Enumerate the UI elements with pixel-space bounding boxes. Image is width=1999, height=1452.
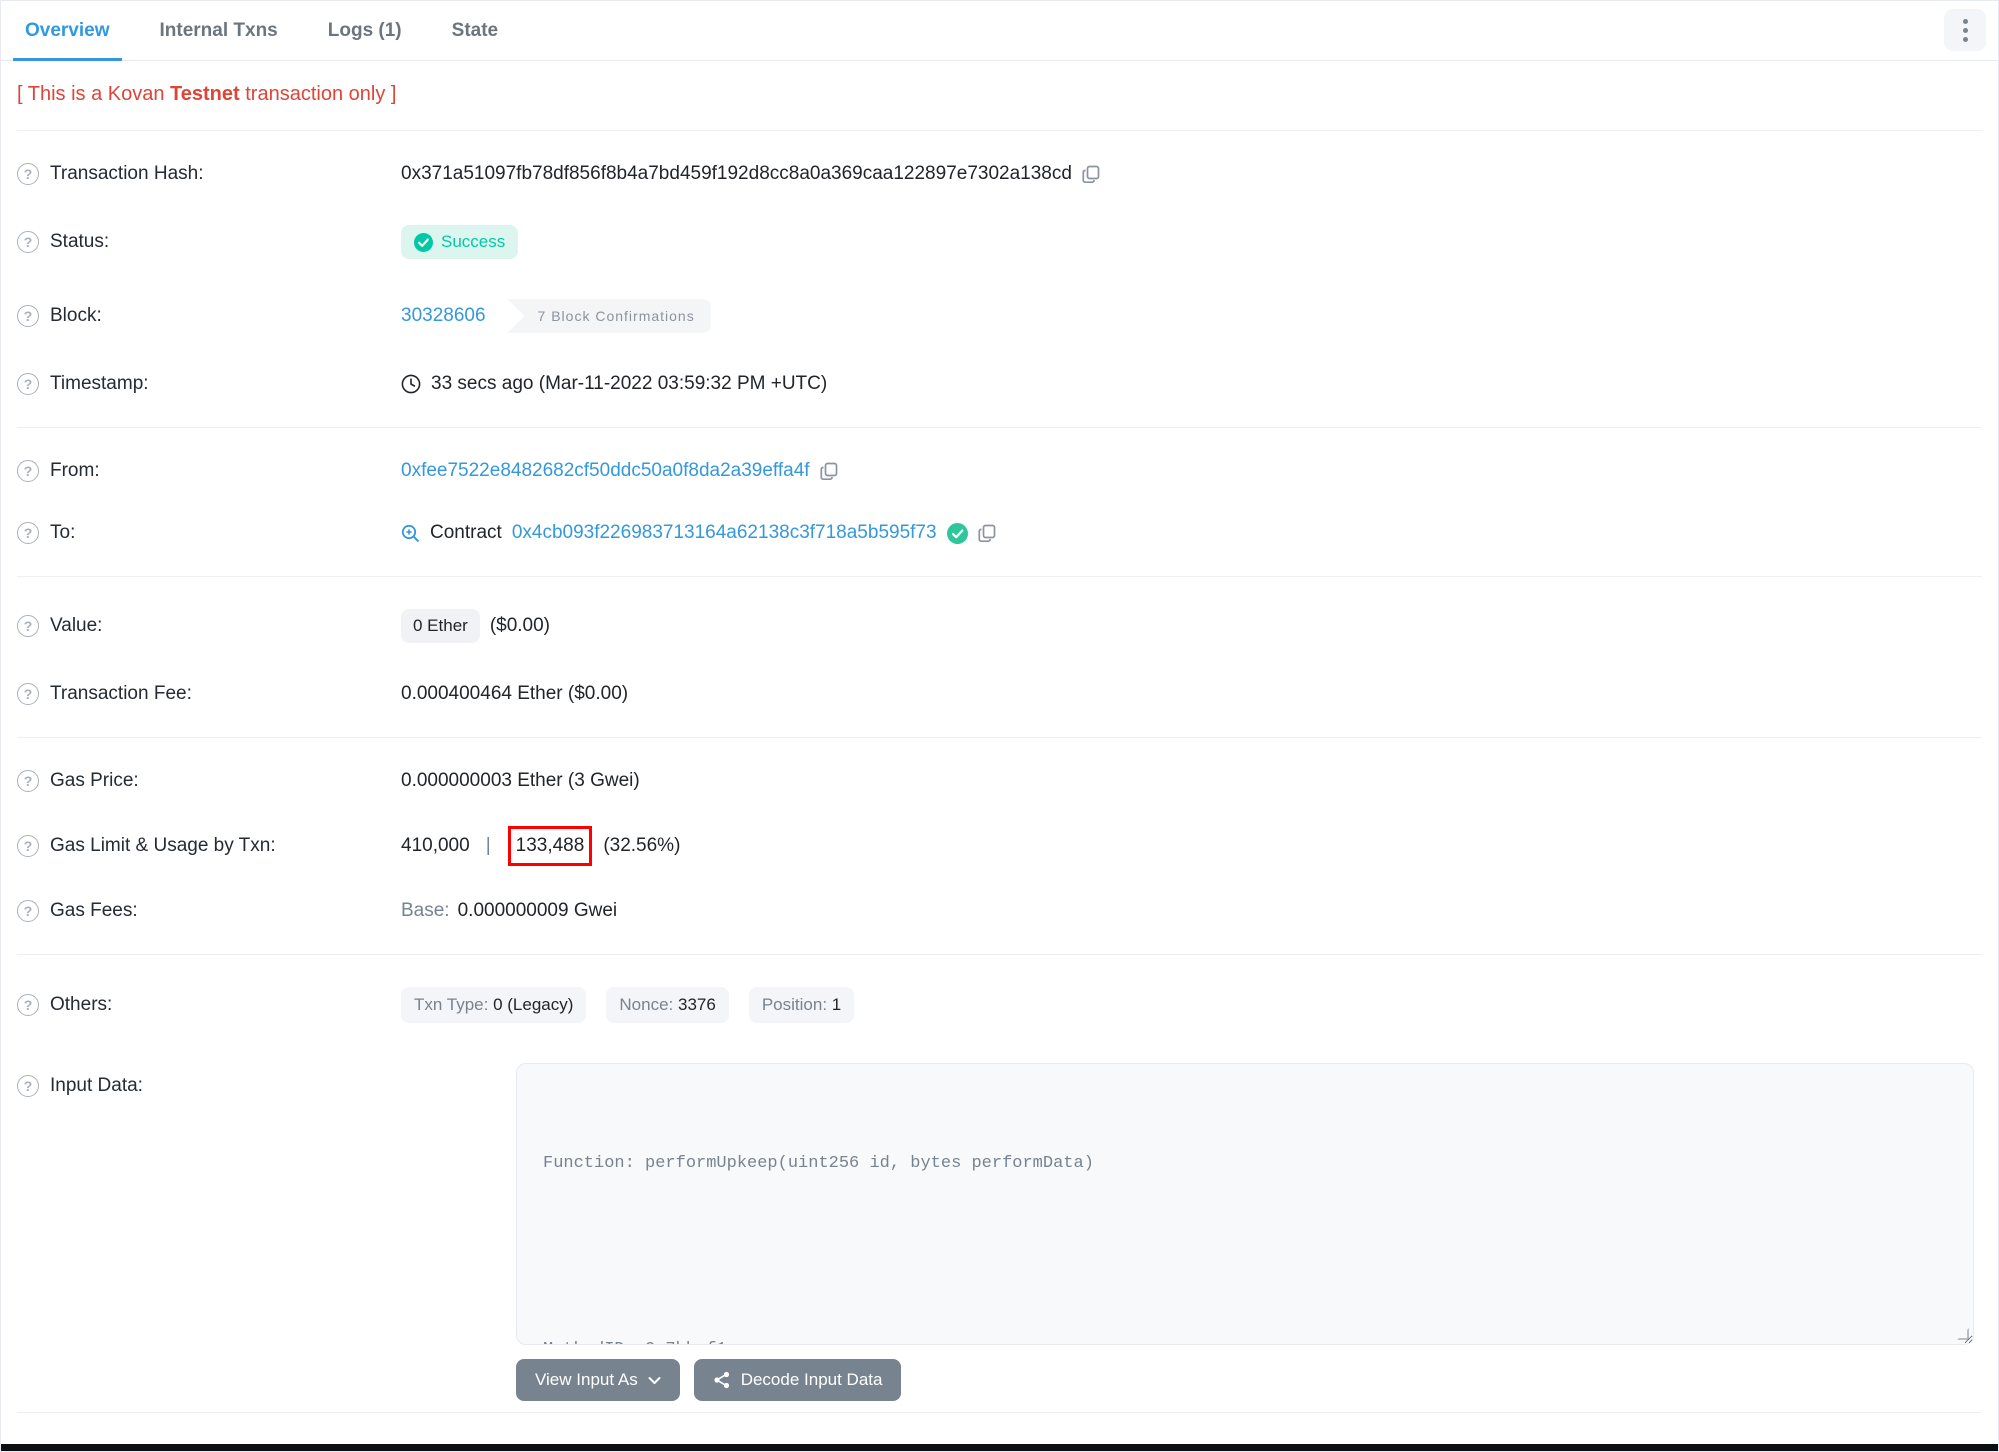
clock-icon (401, 374, 421, 394)
row-value: ? Value: 0 Ether ($0.00) (1, 589, 1998, 663)
row-block: ? Block: 30328606 7 Block Confirmations (1, 279, 1998, 353)
kebab-menu-button[interactable] (1944, 9, 1986, 51)
input-function-line: Function: performUpkeep(uint256 id, byte… (543, 1154, 1094, 1173)
to-contract-word: Contract (430, 522, 502, 543)
copy-icon[interactable] (978, 524, 997, 543)
row-to: ? To: Contract 0x4cb093f226983713164a621… (1, 502, 1998, 564)
status-label: Status: (50, 231, 110, 252)
section-divider (17, 1412, 1982, 1413)
group-parties: ? From: 0xfee7522e8482682cf50ddc50a0f8da… (1, 428, 1998, 576)
gas-price-value: 0.000000003 Ether (3 Gwei) (401, 770, 640, 791)
help-icon[interactable]: ? (17, 1075, 39, 1097)
tab-state[interactable]: State (440, 3, 510, 61)
copy-icon[interactable] (1082, 165, 1101, 184)
help-icon[interactable]: ? (17, 231, 39, 253)
transaction-hash-label: Transaction Hash: (50, 163, 204, 184)
help-icon[interactable]: ? (17, 835, 39, 857)
row-transaction-fee: ? Transaction Fee: 0.000400464 Ether ($0… (1, 663, 1998, 725)
decode-nodes-icon (714, 1371, 729, 1389)
value-usd: ($0.00) (489, 615, 551, 636)
help-icon[interactable]: ? (17, 900, 39, 922)
row-gas-limit-usage: ? Gas Limit & Usage by Txn: 410,000 | 13… (1, 812, 1998, 880)
help-icon[interactable]: ? (17, 163, 39, 185)
tab-bar: Overview Internal Txns Logs (1) State (1, 1, 1998, 61)
help-icon[interactable]: ? (17, 615, 39, 637)
gas-fees-base-label: Base: (401, 900, 450, 921)
help-icon[interactable]: ? (17, 994, 39, 1016)
help-icon[interactable]: ? (17, 522, 39, 544)
help-icon[interactable]: ? (17, 770, 39, 792)
transaction-hash-value: 0x371a51097fb78df856f8b4a7bd459f192d8cc8… (401, 163, 1072, 184)
from-address-link[interactable]: 0xfee7522e8482682cf50ddc50a0f8da2a39effa… (401, 460, 810, 482)
row-gas-fees: ? Gas Fees: Base: 0.000000009 Gwei (1, 880, 1998, 942)
transaction-overview-page: Overview Internal Txns Logs (1) State [ … (0, 0, 1999, 1452)
kebab-dot-icon (1962, 18, 1968, 24)
tab-internal-txns[interactable]: Internal Txns (148, 3, 290, 61)
others-label: Others: (50, 994, 113, 1015)
footer-bar (1, 1444, 1998, 1451)
gas-limit-value: 410,000 (401, 835, 470, 856)
group-gas: ? Gas Price: 0.000000003 Ether (3 Gwei) … (1, 738, 1998, 954)
gas-separator: | (485, 835, 491, 856)
help-icon[interactable]: ? (17, 305, 39, 327)
block-confirmations-badge: 7 Block Confirmations (507, 299, 711, 333)
position-badge: Position: 1 (748, 987, 855, 1023)
from-label: From: (50, 460, 100, 481)
group-value: ? Value: 0 Ether ($0.00) ? Transaction F… (1, 577, 1998, 737)
group-summary: ? Transaction Hash: 0x371a51097fb78df856… (1, 131, 1998, 427)
input-data-textarea[interactable]: Function: performUpkeep(uint256 id, byte… (516, 1063, 1974, 1345)
tab-overview[interactable]: Overview (13, 3, 122, 61)
group-others-input: ? Others: Txn Type: 0 (Legacy) Nonce: 33… (1, 955, 1998, 1433)
gas-price-label: Gas Price: (50, 770, 139, 791)
gas-fees-base-value: 0.000000009 Gwei (457, 900, 618, 921)
row-transaction-hash: ? Transaction Hash: 0x371a51097fb78df856… (1, 143, 1998, 205)
annotation-rectangle: 133,488 (507, 826, 593, 866)
row-status: ? Status: Success (1, 205, 1998, 279)
gas-used-value: 133,488 (515, 835, 585, 856)
gas-limit-label: Gas Limit & Usage by Txn: (50, 835, 276, 856)
resize-handle-icon[interactable] (1957, 1328, 1969, 1340)
help-icon[interactable]: ? (17, 460, 39, 482)
help-icon[interactable]: ? (17, 373, 39, 395)
input-data-label: Input Data: (50, 1075, 143, 1096)
verified-check-icon (946, 522, 968, 544)
kebab-dot-icon (1962, 27, 1968, 33)
zoom-search-icon[interactable] (401, 524, 420, 543)
row-timestamp: ? Timestamp: 33 secs ago (Mar-11-2022 03… (1, 353, 1998, 415)
to-label: To: (50, 522, 76, 543)
txn-type-badge: Txn Type: 0 (Legacy) (401, 987, 587, 1023)
decode-input-data-button[interactable]: Decode Input Data (693, 1359, 902, 1401)
nonce-badge: Nonce: 3376 (606, 987, 729, 1023)
row-others: ? Others: Txn Type: 0 (Legacy) Nonce: 33… (1, 967, 1998, 1043)
help-icon[interactable]: ? (17, 683, 39, 705)
chevron-down-icon (648, 1376, 661, 1384)
transaction-fee-label: Transaction Fee: (50, 683, 192, 704)
status-badge: Success (401, 225, 519, 259)
timestamp-label: Timestamp: (50, 373, 149, 394)
timestamp-value: 33 secs ago (Mar-11-2022 03:59:32 PM +UT… (431, 373, 828, 394)
copy-icon[interactable] (819, 462, 839, 481)
value-label: Value: (50, 615, 103, 636)
input-methodid-line: MethodID: 0x7bbaf1ea (543, 1334, 1963, 1344)
row-gas-price: ? Gas Price: 0.000000003 Ether (3 Gwei) (1, 750, 1998, 812)
block-number-link[interactable]: 30328606 (401, 305, 486, 327)
block-label: Block: (50, 305, 102, 326)
row-from: ? From: 0xfee7522e8482682cf50ddc50a0f8da… (1, 440, 1998, 502)
row-input-data: ? Input Data: Function: performUpkeep(ui… (1, 1043, 1998, 1421)
gas-used-percent: (32.56%) (603, 835, 681, 856)
kebab-dot-icon (1962, 36, 1968, 42)
to-address-link[interactable]: 0x4cb093f226983713164a62138c3f718a5b595f… (512, 522, 937, 544)
testnet-notice: [ This is a Kovan Testnet transaction on… (17, 83, 397, 105)
view-input-as-button[interactable]: View Input As (516, 1359, 680, 1401)
value-ether-badge: 0 Ether (401, 609, 480, 643)
transaction-fee-value: 0.000400464 Ether ($0.00) (401, 683, 629, 704)
gas-fees-label: Gas Fees: (50, 900, 138, 921)
tab-logs[interactable]: Logs (1) (316, 3, 414, 61)
check-circle-icon (414, 232, 433, 252)
